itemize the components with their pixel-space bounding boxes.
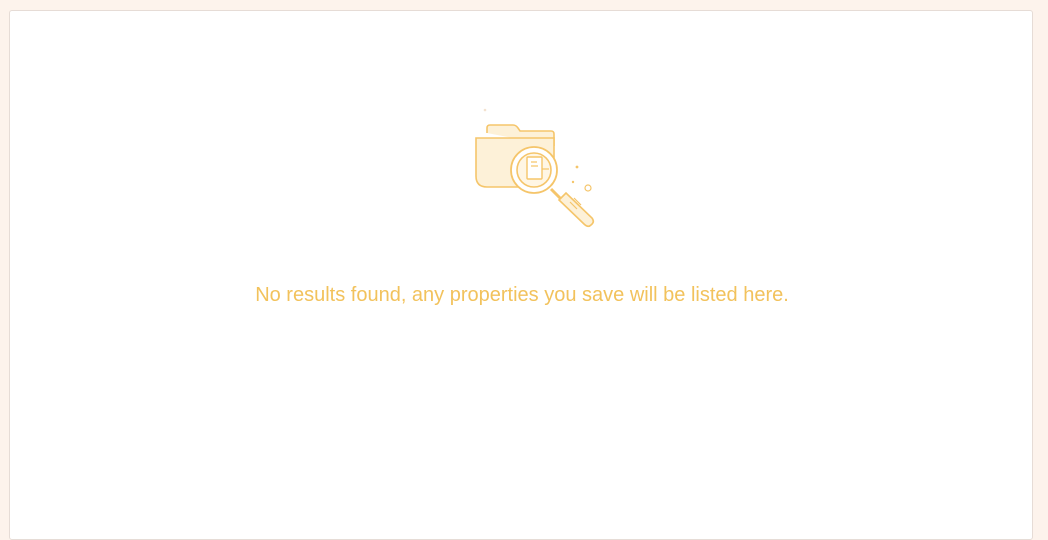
empty-state-message: No results found, any properties you sav… xyxy=(255,284,789,306)
folder-search-icon xyxy=(475,108,595,228)
saved-properties-panel: No results found, any properties you sav… xyxy=(9,10,1033,540)
